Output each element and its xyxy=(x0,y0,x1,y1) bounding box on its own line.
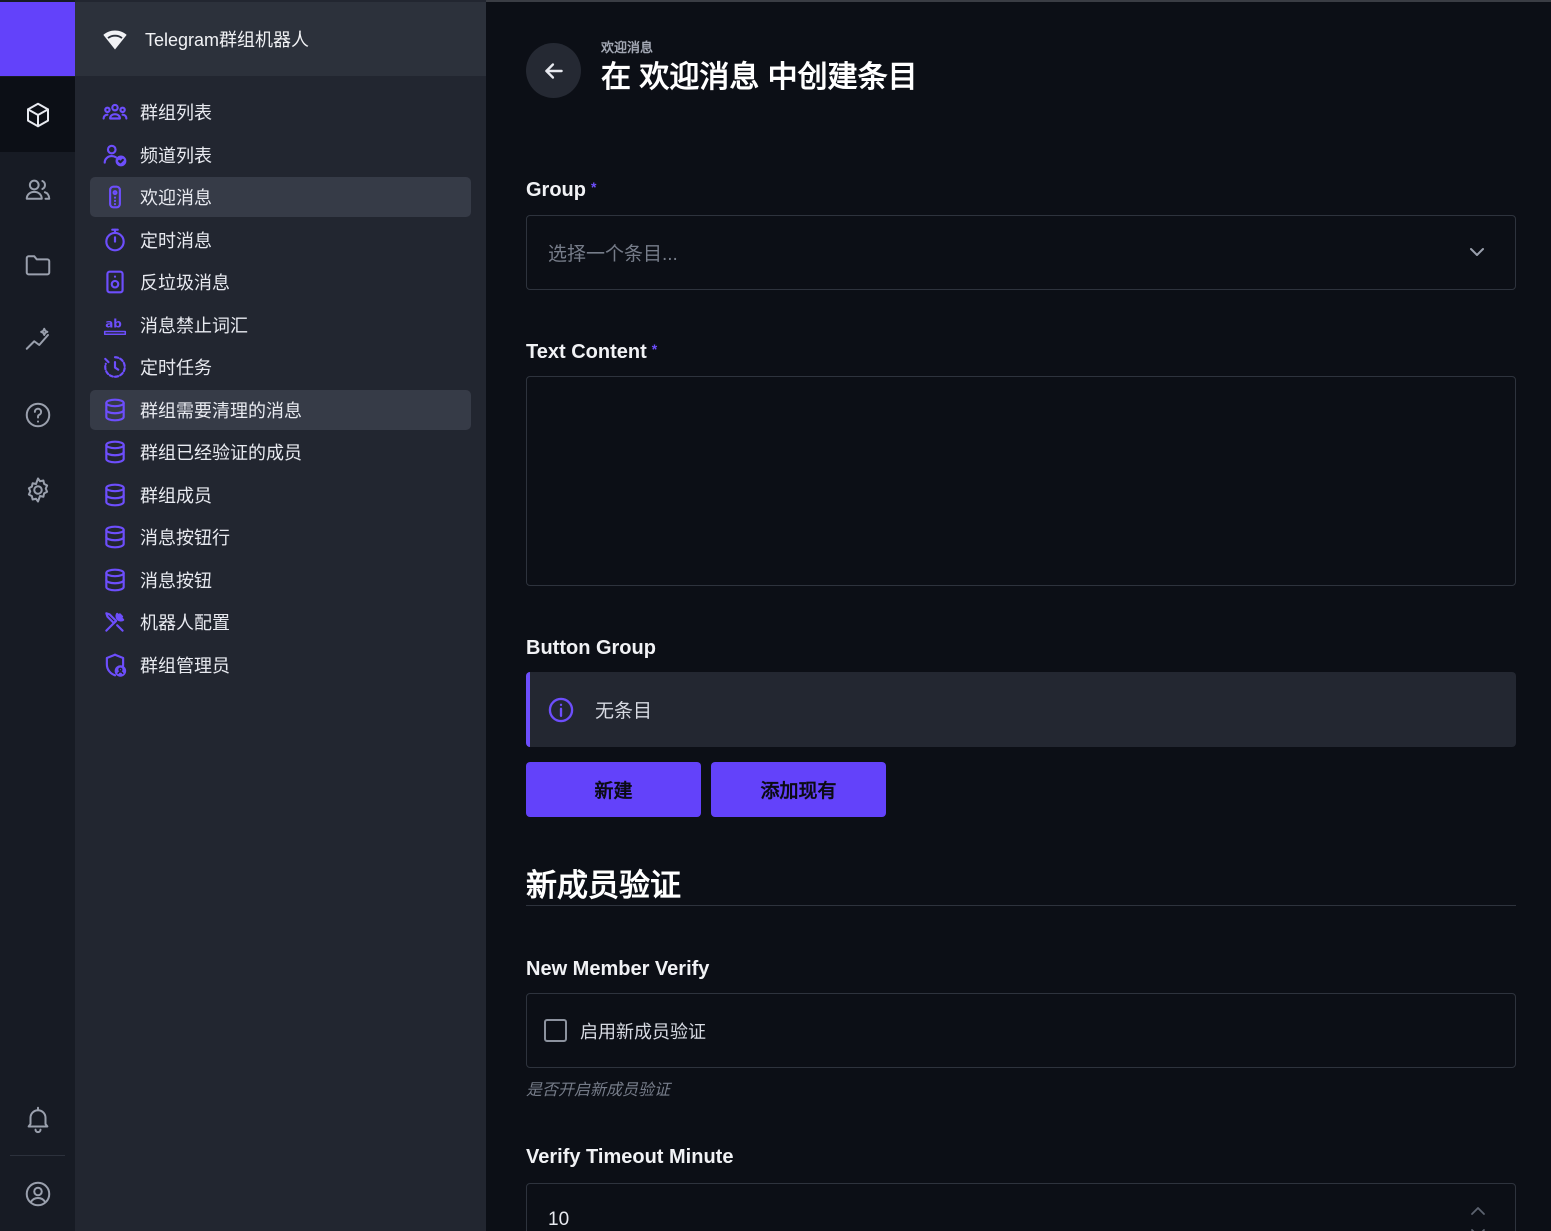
add-existing-button[interactable]: 添加现有 xyxy=(711,762,886,817)
help-icon[interactable] xyxy=(0,377,75,452)
sidebar-item-welcome-message[interactable]: 欢迎消息 xyxy=(90,177,471,217)
svg-text:ab: ab xyxy=(105,317,122,331)
sidebar-item-verified-members[interactable]: 群组已经验证的成员 xyxy=(90,432,471,472)
new-member-verify-field[interactable]: 启用新成员验证 xyxy=(526,993,1516,1068)
arrow-left-icon xyxy=(544,62,563,79)
clock-dashed-icon xyxy=(104,356,126,378)
notification-bell-icon[interactable] xyxy=(0,1081,75,1156)
sidebar-item-channel-list[interactable]: 频道列表 xyxy=(90,135,471,175)
sidebar-item-group-list[interactable]: 群组列表 xyxy=(90,92,471,132)
main-content: 欢迎消息 在 欢迎消息 中创建条目 Group * 选择一个条目... Text … xyxy=(486,2,1551,1231)
folder-icon[interactable] xyxy=(0,227,75,302)
users-icon[interactable] xyxy=(0,152,75,227)
icon-rail xyxy=(0,0,75,1231)
app-title: Telegram群组机器人 xyxy=(145,30,310,50)
wifi-logo-icon xyxy=(103,30,127,50)
brand-logo[interactable] xyxy=(0,2,75,76)
new-member-verify-label: New Member Verify xyxy=(526,958,710,980)
tools-icon xyxy=(105,612,125,632)
page-title: 在 欢迎消息 中创建条目 xyxy=(601,61,918,94)
sidebar-item-bot-config[interactable]: 机器人配置 xyxy=(90,602,471,642)
group-select-placeholder: 选择一个条目... xyxy=(548,244,678,265)
verify-timeout-label: Verify Timeout Minute xyxy=(526,1146,734,1168)
sidebar-item-scheduled-message[interactable]: 定时消息 xyxy=(90,220,471,260)
users-group-icon xyxy=(102,103,128,120)
speaker-icon xyxy=(106,270,124,294)
sidebar-item-label: 群组成员 xyxy=(140,486,212,506)
text-content-label: Text Content * xyxy=(526,341,657,364)
sidebar-item-scheduled-task[interactable]: 定时任务 xyxy=(90,347,471,387)
checkbox-label: 启用新成员验证 xyxy=(580,1021,706,1042)
back-button[interactable] xyxy=(526,43,581,98)
text-content-input[interactable] xyxy=(526,376,1516,586)
sidebar-item-group-admins[interactable]: 群组管理员 xyxy=(90,645,471,685)
sidebar-item-label: 定时消息 xyxy=(140,231,212,251)
label-text: Text Content xyxy=(526,341,647,363)
chart-sparkle-icon[interactable] xyxy=(0,302,75,377)
sidebar-item-label: 反垃圾消息 xyxy=(140,273,230,293)
database-icon xyxy=(105,398,125,422)
resources-cube-icon[interactable] xyxy=(0,77,75,152)
group-field-label: Group * xyxy=(526,179,596,202)
sidebar-item-label: 欢迎消息 xyxy=(140,188,212,208)
sidebar: Telegram群组机器人 群组列表 频道列表 欢迎消息 定时消息 反垃圾消息 … xyxy=(75,0,486,1231)
label-text: Group xyxy=(526,179,586,201)
group-select[interactable]: 选择一个条目... xyxy=(526,215,1516,290)
sidebar-header[interactable]: Telegram群组机器人 xyxy=(75,2,486,76)
database-icon xyxy=(105,525,125,549)
sidebar-item-label: 消息禁止词汇 xyxy=(140,316,248,336)
settings-gear-icon[interactable] xyxy=(0,452,75,527)
stopwatch-icon xyxy=(105,228,125,252)
sidebar-item-label: 消息按钮 xyxy=(140,571,212,591)
sidebar-item-label: 群组已经验证的成员 xyxy=(140,443,302,463)
sidebar-item-anti-spam[interactable]: 反垃圾消息 xyxy=(90,262,471,302)
account-avatar-icon[interactable] xyxy=(0,1156,75,1231)
sidebar-item-label: 群组列表 xyxy=(140,103,212,123)
section-divider xyxy=(526,905,1516,906)
shield-user-icon xyxy=(105,653,127,677)
sidebar-item-label: 频道列表 xyxy=(140,146,212,166)
sidebar-item-group-members[interactable]: 群组成员 xyxy=(90,475,471,515)
chevron-down-icon xyxy=(1470,248,1484,256)
section-title: 新成员验证 xyxy=(526,868,681,903)
input-value: 10 xyxy=(548,1209,570,1230)
sidebar-item-banned-words[interactable]: ab 消息禁止词汇 xyxy=(90,305,471,345)
sidebar-item-label: 群组管理员 xyxy=(140,656,230,676)
sidebar-item-buttons[interactable]: 消息按钮 xyxy=(90,560,471,600)
device-remote-icon xyxy=(109,185,121,209)
sidebar-item-label: 机器人配置 xyxy=(140,613,230,633)
button-group-label: Button Group xyxy=(526,637,656,659)
required-asterisk: * xyxy=(651,341,658,357)
verify-timeout-input[interactable]: 10 xyxy=(526,1183,1516,1231)
database-icon xyxy=(105,440,125,464)
user-check-icon xyxy=(103,144,127,167)
empty-text: 无条目 xyxy=(595,701,653,722)
text-ab-icon: ab xyxy=(103,317,127,335)
sidebar-item-label: 群组需要清理的消息 xyxy=(140,401,302,421)
database-icon xyxy=(105,483,125,507)
enable-verify-checkbox[interactable] xyxy=(544,1019,567,1042)
sidebar-item-label: 定时任务 xyxy=(140,358,212,378)
sidebar-item-cleanup-messages[interactable]: 群组需要清理的消息 xyxy=(90,390,471,430)
sidebar-item-button-rows[interactable]: 消息按钮行 xyxy=(90,517,471,557)
field-hint: 是否开启新成员验证 xyxy=(526,1082,671,1099)
stepper-icon[interactable] xyxy=(1467,1202,1489,1231)
new-button[interactable]: 新建 xyxy=(526,762,701,817)
info-icon xyxy=(548,697,574,722)
database-icon xyxy=(105,568,125,592)
required-asterisk: * xyxy=(591,179,597,195)
sidebar-item-label: 消息按钮行 xyxy=(140,528,230,548)
button-group-empty-notice: 无条目 xyxy=(526,672,1516,747)
